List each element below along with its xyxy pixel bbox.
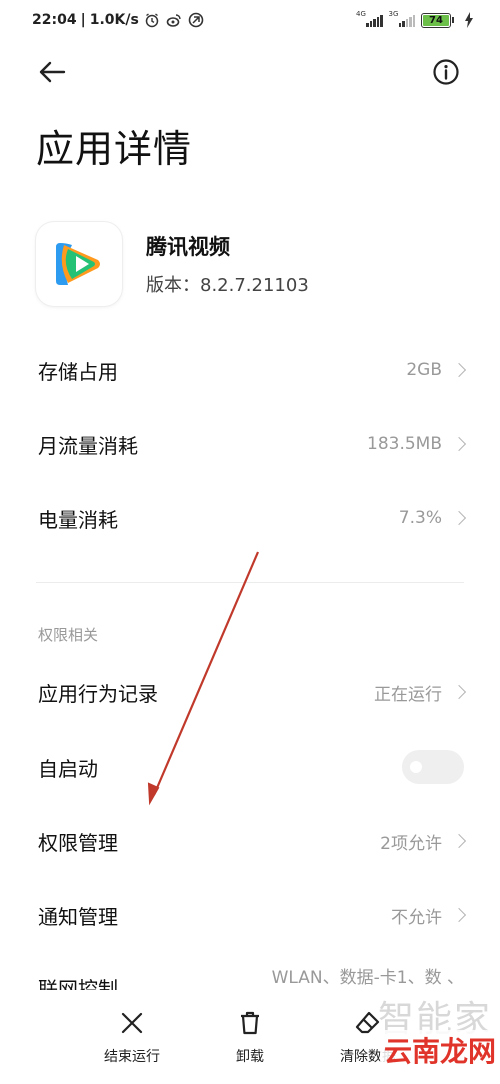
row-label: 权限管理 (38, 830, 118, 855)
chevron-right-icon (451, 510, 467, 526)
row-label: 通知管理 (38, 904, 118, 929)
signal-icon-sim1: 4G (356, 10, 383, 27)
network-control-row[interactable]: 联网控制 WLAN、数据-卡1、数 、 (0, 950, 500, 991)
battery-level: 74 (423, 14, 449, 26)
status-time: 22:04 (32, 12, 77, 28)
data-usage-row[interactable]: 月流量消耗 183.5MB (0, 407, 500, 481)
info-button[interactable] (432, 58, 460, 86)
row-value: 7.3% (399, 508, 467, 528)
close-icon (117, 1008, 147, 1038)
app-version: 版本：8.2.7.21103 (146, 275, 309, 296)
status-speed: 1.0K/s (89, 12, 139, 28)
watermark: 智能家 云南龙网 (360, 990, 500, 1070)
watermark-bottom: 云南龙网 (379, 1030, 500, 1070)
row-value: 正在运行 (374, 680, 467, 705)
end-run-label: 结束运行 (104, 1049, 160, 1065)
chevron-right-icon (451, 684, 467, 700)
storage-row[interactable]: 存储占用 2GB (0, 333, 500, 407)
row-value: 183.5MB (367, 434, 467, 454)
row-value: 不允许 (391, 903, 467, 928)
app-header: 腾讯视频 版本：8.2.7.21103 (36, 222, 309, 306)
network-type-2: 3G (388, 10, 399, 18)
end-run-button[interactable]: 结束运行 (90, 1008, 174, 1084)
row-label: 存储占用 (38, 359, 118, 384)
app-meta: 腾讯视频 版本：8.2.7.21103 (146, 231, 309, 297)
row-value: WLAN、数据-卡1、数 、 (271, 967, 464, 988)
tencent-video-app-icon (36, 222, 122, 306)
uninstall-button[interactable]: 卸载 (208, 1008, 292, 1084)
section-label-permissions: 权限相关 (38, 626, 99, 644)
row-label: 自启动 (38, 756, 98, 781)
battery-usage-row[interactable]: 电量消耗 7.3% (0, 481, 500, 555)
alarm-icon (143, 11, 161, 29)
row-label: 电量消耗 (38, 507, 118, 532)
battery-icon: 74 (421, 12, 454, 28)
network-type-1: 4G (356, 10, 366, 18)
status-separator: | (80, 12, 86, 28)
trash-icon (235, 1008, 265, 1038)
chevron-right-icon (451, 362, 467, 378)
row-label: 应用行为记录 (38, 681, 158, 706)
chevron-right-icon (451, 436, 467, 452)
section-divider (36, 582, 464, 583)
row-label: 联网控制 (38, 976, 118, 991)
permission-management-row[interactable]: 权限管理 2项允许 (0, 804, 500, 878)
app-behavior-row[interactable]: 应用行为记录 正在运行 (0, 655, 500, 729)
row-value: 2GB (406, 360, 467, 380)
row-label: 月流量消耗 (38, 433, 138, 458)
info-icon (433, 59, 459, 85)
status-right: 4G 3G 74 (356, 10, 478, 29)
autostart-row: 自启动 (0, 730, 500, 804)
autostart-toggle[interactable] (402, 750, 464, 784)
chevron-right-icon (451, 907, 467, 923)
page-title: 应用详情 (36, 127, 193, 171)
top-bar (0, 50, 500, 94)
row-value: 2项允许 (380, 829, 467, 854)
charging-icon (460, 11, 478, 29)
toggle-knob (410, 761, 422, 773)
back-arrow-icon (39, 61, 66, 83)
uninstall-label: 卸载 (236, 1049, 264, 1065)
chevron-right-icon (451, 833, 467, 849)
weibo-icon (165, 11, 183, 29)
back-button[interactable] (36, 56, 68, 88)
status-bar: 22:04 | 1.0K/s 4G 3G 74 (0, 0, 500, 40)
status-left: 22:04 | 1.0K/s (32, 11, 205, 29)
signal-icon-sim2: 3G (388, 10, 415, 27)
navigation-icon (187, 11, 205, 29)
app-name: 腾讯视频 (146, 235, 230, 259)
notification-management-row[interactable]: 通知管理 不允许 (0, 878, 500, 952)
